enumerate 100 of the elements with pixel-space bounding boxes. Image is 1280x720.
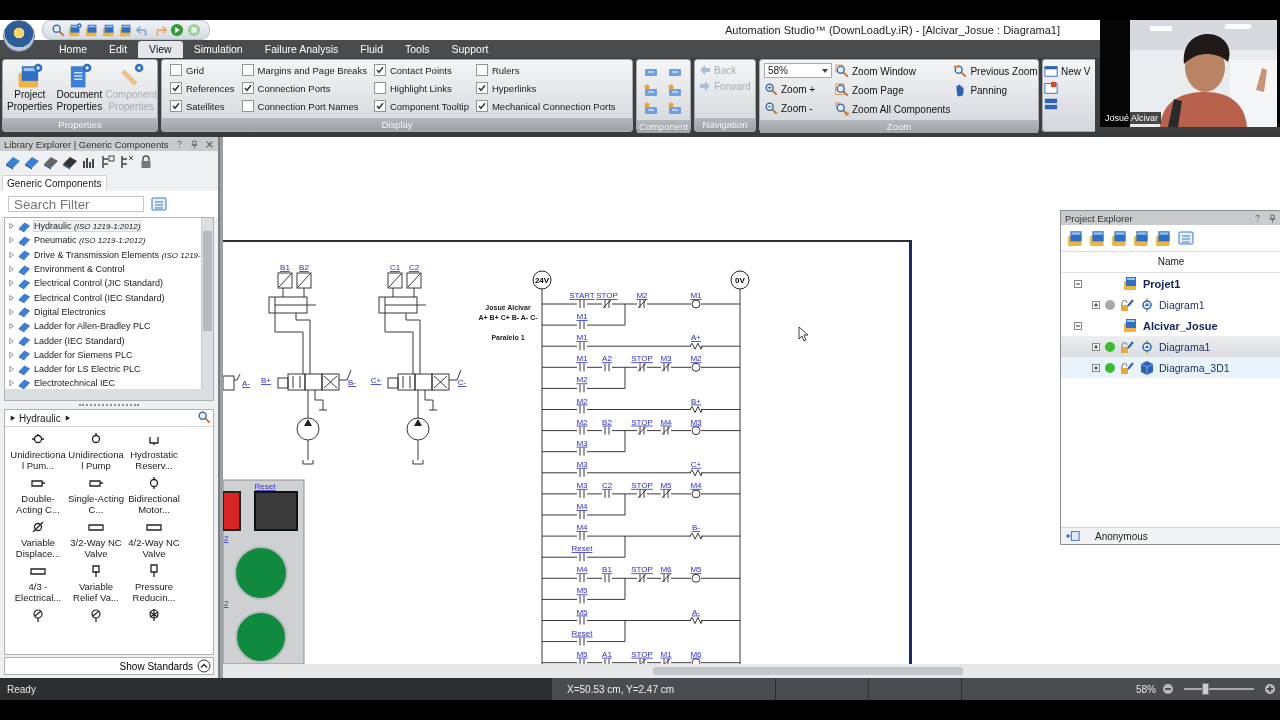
settings-icon[interactable] — [68, 23, 82, 37]
contact-symbol[interactable] — [579, 531, 585, 541]
library-item[interactable]: Ladder for Siemens PLC — [34, 349, 133, 360]
breadcrumb[interactable]: Hydraulic — [19, 412, 61, 424]
reference-link[interactable]: M1 — [660, 649, 672, 659]
contact-symbol[interactable] — [579, 552, 585, 562]
checkbox[interactable] — [241, 82, 254, 94]
window-icon[interactable] — [1044, 81, 1058, 95]
library-item[interactable]: Ladder for Allen-Bradley PLC — [34, 321, 151, 332]
ribbon-tab[interactable]: Fluid — [349, 41, 394, 58]
folder-icon[interactable] — [119, 23, 133, 37]
library-item[interactable]: Electrical Control (JIC Standard) — [34, 278, 164, 289]
zoom-button[interactable]: Zoom - — [764, 100, 832, 116]
reference-link[interactable]: STOP — [631, 480, 653, 490]
coil-symbol[interactable] — [691, 658, 701, 664]
reference-link[interactable]: C- — [457, 378, 467, 387]
reference-link[interactable]: C+ — [690, 459, 702, 469]
library-item[interactable]: Drive & Transmission Elements (ISO 1219- — [34, 249, 201, 260]
reference-link[interactable]: M4 — [576, 502, 588, 511]
reference-link[interactable]: M2 — [576, 375, 588, 385]
reference-link[interactable]: M5 — [576, 586, 588, 596]
zoom-button[interactable]: Zoom Window — [835, 63, 951, 79]
tree-icon[interactable] — [100, 154, 116, 170]
checkbox[interactable] — [475, 100, 488, 112]
reference-link[interactable]: C2 — [601, 480, 613, 490]
library-item[interactable]: Pneumatic (ISO 1219-1:2012) — [34, 235, 146, 246]
collapse-icon[interactable] — [1073, 320, 1083, 331]
component-item[interactable]: 4/3 - Electrical... — [10, 581, 66, 603]
contact-symbol[interactable] — [637, 658, 647, 664]
checkbox[interactable] — [475, 64, 488, 76]
zoom-button[interactable]: Zoom + — [764, 81, 832, 97]
folder-icon[interactable] — [1067, 229, 1085, 247]
reference-link[interactable]: A- — [692, 607, 700, 617]
reference-link[interactable]: B+ — [261, 376, 271, 385]
component-item[interactable]: Single-Acting C... — [68, 493, 124, 515]
contact-symbol[interactable] — [602, 299, 612, 309]
zoom-dropdown[interactable]: 58% — [764, 63, 832, 78]
collapse-icon[interactable] — [1073, 278, 1083, 289]
properties-button[interactable]: Document Properties — [56, 63, 103, 115]
reference-link[interactable]: Reset — [571, 544, 593, 554]
reference-link[interactable]: M5 — [660, 480, 672, 490]
contact-symbol[interactable] — [637, 426, 647, 436]
reference-link[interactable]: M3 — [576, 480, 588, 490]
ribbon-tab[interactable]: Edit — [98, 41, 139, 58]
contact-symbol[interactable] — [637, 299, 647, 309]
reference-link[interactable]: M5 — [576, 649, 588, 659]
reference-link[interactable]: M3 — [576, 438, 588, 448]
pin-icon[interactable] — [190, 139, 199, 149]
reference-link[interactable]: Reset — [571, 628, 593, 638]
push-button[interactable] — [223, 491, 241, 531]
reference-link[interactable]: C+ — [370, 376, 382, 385]
reference-link[interactable]: 2 — [224, 599, 229, 608]
book-icon[interactable] — [5, 154, 21, 170]
contact-symbol[interactable] — [661, 362, 671, 372]
reference-link[interactable]: B- — [692, 523, 700, 533]
contact-symbol[interactable] — [579, 341, 585, 351]
reference-link[interactable]: A- — [242, 379, 250, 388]
library-tab[interactable]: Generic Components — [2, 175, 107, 191]
library-item[interactable]: Electrotechnical IEC — [34, 378, 116, 389]
new-window-button[interactable]: New V — [1044, 63, 1091, 79]
hydraulic-circuit-drawing[interactable]: B1 B2 B+ B- — [261, 263, 356, 465]
window-icon[interactable] — [1044, 97, 1058, 111]
ribbon-tab[interactable]: View — [138, 41, 183, 58]
search-field[interactable]: Search Filter — [8, 196, 144, 212]
folder-icon[interactable] — [1155, 229, 1173, 247]
contact-symbol[interactable] — [579, 299, 585, 309]
book-icon[interactable] — [43, 154, 59, 170]
reference-link[interactable]: M4 — [576, 523, 588, 533]
library-item[interactable]: Environment & Control — [34, 264, 125, 275]
project-item[interactable]: Projet1 — [1143, 277, 1181, 290]
reference-link[interactable]: C2 — [408, 263, 420, 272]
reference-link[interactable]: M6 — [660, 565, 672, 575]
reference-link[interactable]: M2 — [690, 354, 702, 364]
checkbox[interactable] — [170, 100, 182, 112]
ribbon-tab[interactable]: Tools — [394, 41, 441, 58]
folder-icon[interactable] — [102, 23, 116, 37]
coil-symbol[interactable] — [691, 489, 701, 499]
reference-link[interactable]: B- — [348, 378, 356, 387]
solenoid-symbol[interactable] — [689, 469, 703, 477]
reference-link[interactable]: STOP — [631, 417, 653, 427]
reference-link[interactable]: M3 — [690, 417, 702, 427]
folder-icon[interactable] — [1089, 229, 1107, 247]
reference-link[interactable]: STOP — [596, 291, 618, 300]
expand-arrow-icon[interactable] — [9, 414, 16, 422]
folder-icon[interactable] — [85, 23, 99, 37]
reference-link[interactable]: M3 — [576, 459, 588, 469]
contact-symbol[interactable] — [637, 489, 647, 499]
zoom-button[interactable]: Zoom Page — [835, 82, 951, 98]
coil-symbol[interactable] — [691, 573, 701, 583]
contact-symbol[interactable] — [579, 320, 585, 330]
expand-icon[interactable] — [1091, 299, 1101, 310]
component-item[interactable]: Unidirectional Pump — [68, 449, 124, 471]
reference-link[interactable]: M5 — [690, 565, 702, 575]
scrollbar-thumb[interactable] — [653, 667, 963, 675]
reference-link[interactable]: M4 — [690, 480, 702, 490]
checkbox[interactable] — [373, 100, 386, 112]
reference-link[interactable]: M2 — [636, 291, 648, 300]
reference-link[interactable]: M6 — [690, 649, 702, 659]
tree-icon[interactable] — [119, 154, 135, 170]
reference-link[interactable]: B2 — [602, 417, 612, 427]
